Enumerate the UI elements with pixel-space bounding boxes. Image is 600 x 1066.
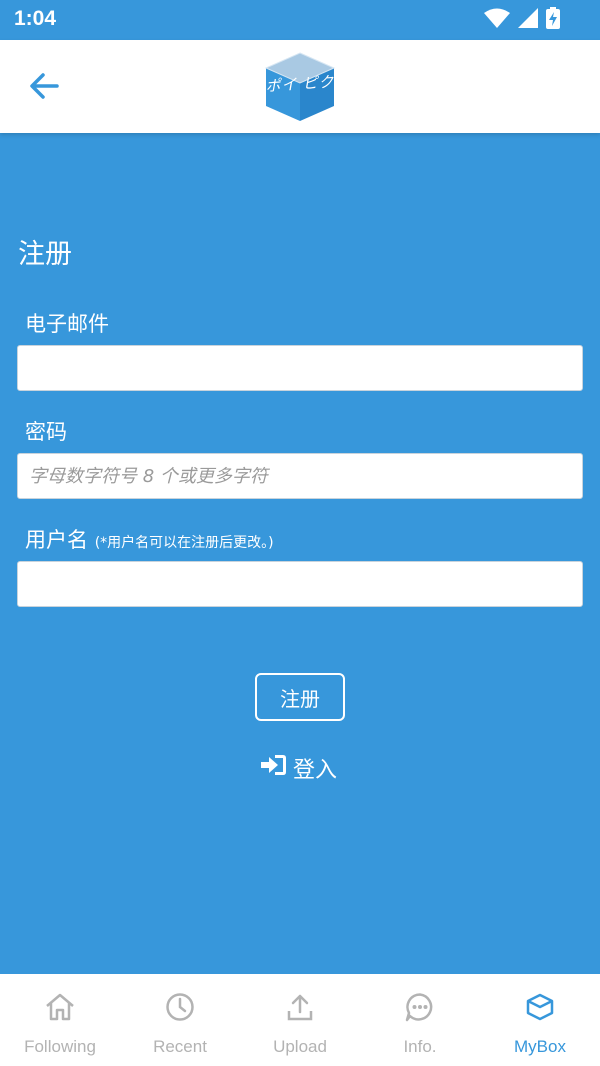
status-bar: 1:04 <box>0 0 600 40</box>
box-icon <box>524 991 556 1023</box>
signal-icon <box>518 8 538 32</box>
status-icons <box>484 7 560 33</box>
tab-label: Upload <box>273 1037 327 1056</box>
chat-icon <box>404 991 436 1023</box>
wifi-icon <box>484 8 510 32</box>
clock-icon <box>164 991 196 1023</box>
tab-recent[interactable]: Recent <box>120 974 240 1066</box>
sign-in-icon <box>261 754 287 782</box>
tab-label: Following <box>24 1037 96 1056</box>
app-logo: ポイ ピク <box>262 49 338 125</box>
home-icon <box>44 991 76 1023</box>
login-link[interactable]: 登入 <box>261 752 337 784</box>
password-label: 密码 <box>25 420 67 444</box>
password-field[interactable] <box>17 453 583 499</box>
tab-following[interactable]: Following <box>0 974 120 1066</box>
tab-label: Info. <box>403 1037 437 1056</box>
login-label: 登入 <box>293 758 338 783</box>
tab-upload[interactable]: Upload <box>240 974 360 1066</box>
register-button[interactable]: 注册 <box>255 673 345 721</box>
bottom-tab-bar: Following Recent Upload Info. MyBox <box>0 974 600 1066</box>
username-field[interactable] <box>17 561 583 607</box>
email-label: 电子邮件 <box>25 312 109 336</box>
status-time: 1:04 <box>14 7 57 30</box>
email-field[interactable] <box>17 345 583 391</box>
username-label-row: 用户名 (*用户名可以在注册后更改。) <box>25 524 274 554</box>
upload-icon <box>284 991 316 1023</box>
app-bar: ポイ ピク <box>0 40 600 133</box>
tab-label: MyBox <box>514 1037 566 1056</box>
username-hint: (*用户名可以在注册后更改。) <box>94 535 274 551</box>
page-title: 注册 <box>18 239 72 270</box>
arrow-back-icon <box>29 73 59 103</box>
back-button[interactable] <box>24 68 64 108</box>
tab-label: Recent <box>153 1037 207 1056</box>
tab-info[interactable]: Info. <box>360 974 480 1066</box>
tab-mybox[interactable]: MyBox <box>480 974 600 1066</box>
battery-charging-icon <box>546 7 560 33</box>
username-label: 用户名 <box>25 528 88 552</box>
